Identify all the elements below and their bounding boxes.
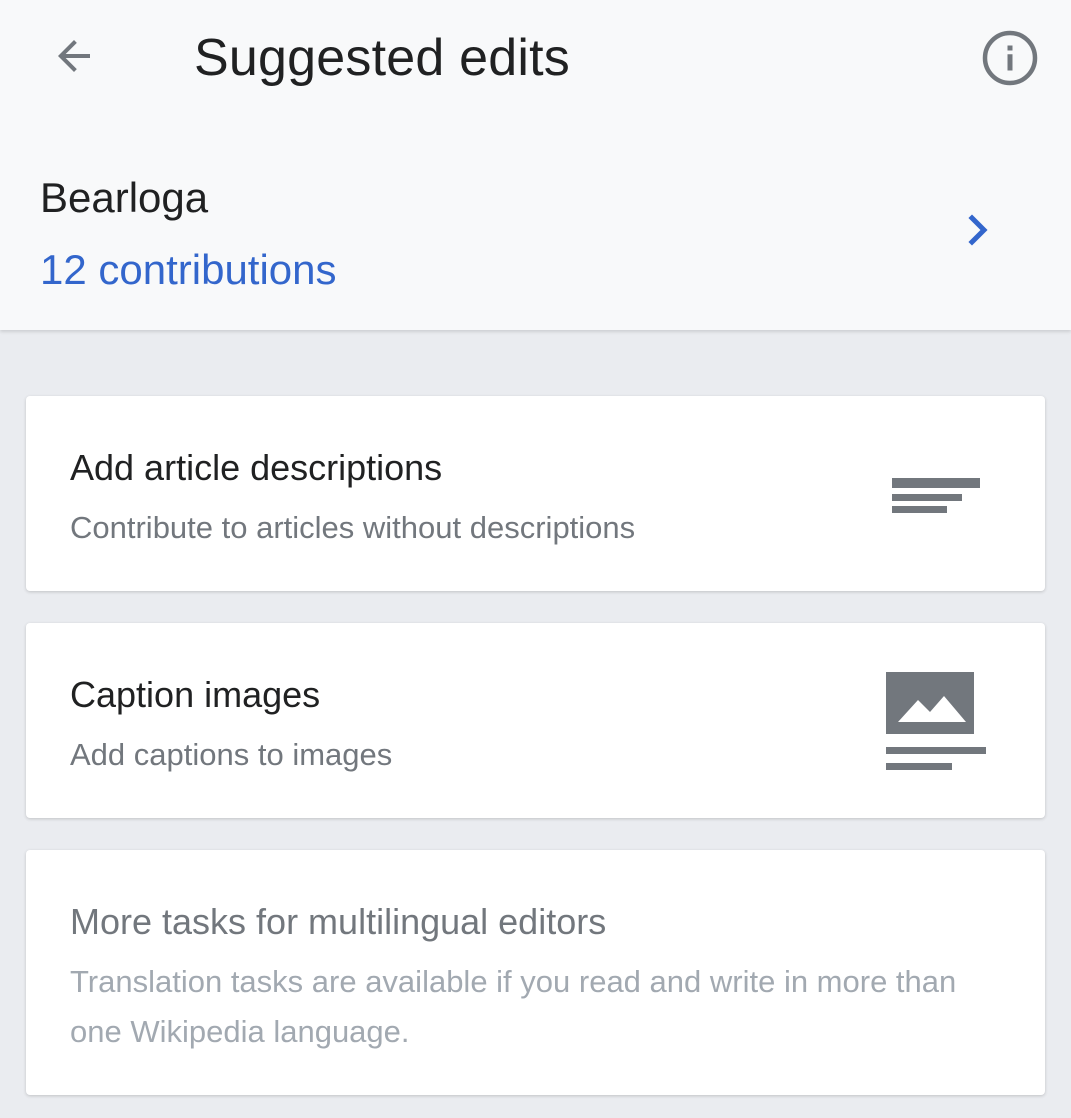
task-title: Add article descriptions: [70, 447, 443, 488]
user-contributions-row[interactable]: Bearloga 12 contributions: [0, 150, 1071, 320]
task-subtitle: Translation tasks are available if you r…: [70, 964, 957, 1049]
back-button[interactable]: [40, 22, 108, 90]
task-card-multilingual: More tasks for multilingual editors Tran…: [26, 850, 1045, 1095]
arrow-back-icon: [58, 40, 90, 72]
task-title: More tasks for multilingual editors: [70, 901, 607, 942]
task-subtitle: Contribute to articles without descripti…: [70, 510, 636, 545]
text-lines-icon: [890, 476, 982, 521]
image-caption-icon: [884, 670, 988, 779]
page-title: Suggested edits: [194, 29, 570, 87]
username: Bearloga: [40, 174, 209, 221]
task-subtitle: Add captions to images: [70, 737, 393, 772]
task-card-caption-images[interactable]: Caption images Add captions to images: [26, 623, 1045, 818]
info-button[interactable]: [976, 24, 1044, 92]
info-icon: [982, 30, 1038, 86]
contributions-link[interactable]: 12 contributions: [40, 242, 337, 298]
task-card-add-article-descriptions[interactable]: Add article descriptions Contribute to a…: [26, 396, 1045, 591]
app-header: Suggested edits Bearloga 12 contribution…: [0, 0, 1071, 330]
task-title: Caption images: [70, 674, 321, 715]
chevron-right-icon: [956, 208, 1000, 252]
